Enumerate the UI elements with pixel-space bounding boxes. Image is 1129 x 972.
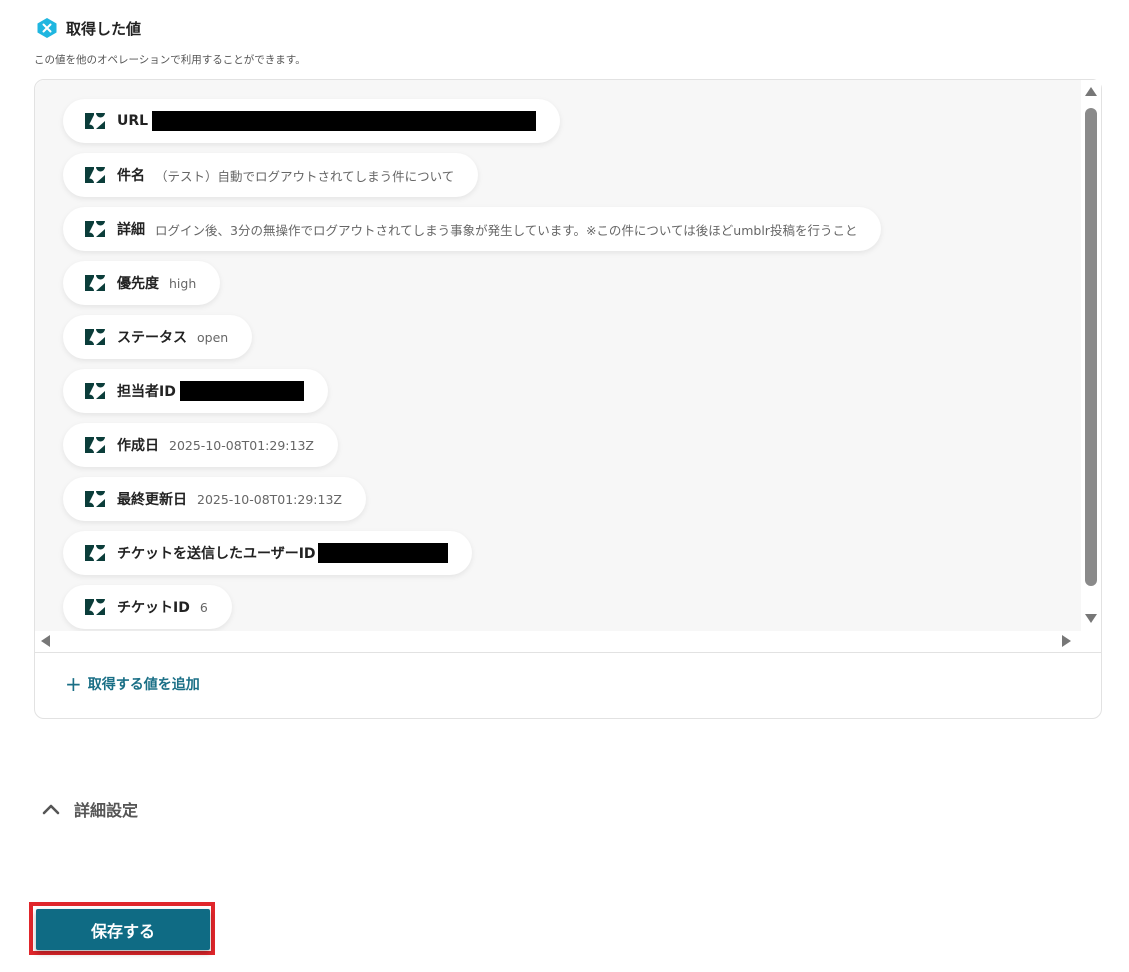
zendesk-icon: [85, 437, 105, 453]
value-text: 2025-10-08T01:29:13Z: [197, 491, 342, 507]
value-chip-updated-at[interactable]: 最終更新日 2025-10-08T01:29:13Z: [63, 477, 366, 521]
redacted-value: [317, 543, 448, 563]
vertical-scrollbar[interactable]: [1081, 80, 1101, 631]
value-text: （テスト）自動でログアウトされてしまう件について: [155, 168, 455, 184]
scroll-up-arrow-icon[interactable]: [1085, 87, 1097, 96]
value-label: ステータス: [117, 330, 187, 346]
value-label: チケットを送信したユーザーID: [117, 546, 316, 562]
vertical-scroll-thumb[interactable]: [1085, 108, 1097, 586]
value-chip-priority[interactable]: 優先度 high: [63, 261, 221, 305]
value-label: 最終更新日: [117, 492, 187, 508]
zendesk-icon: [85, 329, 105, 345]
section-title: 取得した値: [66, 19, 142, 38]
value-chip-ticket-id[interactable]: チケットID 6: [63, 585, 232, 629]
plus-icon: +: [65, 672, 82, 696]
divider: [35, 652, 1101, 653]
value-text: 6: [199, 599, 208, 615]
value-text: 2025-10-08T01:29:13Z: [169, 437, 314, 453]
value-text: high: [169, 275, 197, 291]
scroll-left-arrow-icon[interactable]: [41, 635, 50, 647]
value-label: URL: [117, 113, 149, 129]
value-chip-assignee-id[interactable]: 担当者ID: [63, 369, 328, 413]
zendesk-icon: [85, 275, 105, 291]
value-chip-created-at[interactable]: 作成日 2025-10-08T01:29:13Z: [63, 423, 338, 467]
zendesk-icon: [85, 383, 105, 399]
value-chip-url[interactable]: URL: [63, 99, 561, 143]
value-chip-requester-id[interactable]: チケットを送信したユーザーID: [63, 531, 472, 575]
value-label: 件名: [117, 168, 145, 184]
advanced-settings-label: 詳細設定: [74, 801, 139, 820]
section-subtitle: この値を他のオペレーションで利用することができます。: [34, 54, 306, 66]
redacted-value: [179, 381, 304, 401]
value-chip-subject[interactable]: 件名 （テスト）自動でログアウトされてしまう件について: [63, 153, 479, 197]
value-label: チケットID: [117, 600, 190, 616]
value-text: open: [197, 329, 229, 345]
values-list: URL 件名 （テスト）自動でログアウトされてしまう件について 詳細 ログイン後…: [35, 80, 1081, 631]
value-label: 作成日: [117, 438, 159, 454]
save-button[interactable]: 保存する: [36, 909, 210, 950]
zendesk-icon: [85, 221, 105, 237]
scroll-right-arrow-icon[interactable]: [1062, 635, 1071, 647]
redacted-value: [152, 111, 537, 131]
advanced-settings-toggle[interactable]: 詳細設定: [42, 797, 138, 821]
horizontal-scrollbar[interactable]: [35, 631, 1081, 651]
zendesk-icon: [85, 491, 105, 507]
value-chip-status[interactable]: ステータス open: [63, 315, 253, 359]
zendesk-icon: [85, 545, 105, 561]
add-value-label: 取得する値を追加: [87, 677, 200, 693]
section-header: 取得した値: [36, 17, 141, 39]
value-text: ログイン後、3分の無操作でログアウトされてしまう事象が発生しています。※この件に…: [155, 222, 858, 238]
zendesk-icon: [85, 113, 105, 129]
add-value-button[interactable]: + 取得する値を追加: [65, 674, 200, 694]
x-badge-icon: [37, 18, 57, 38]
value-label: 担当者ID: [117, 384, 176, 400]
zendesk-icon: [85, 599, 105, 615]
values-panel: URL 件名 （テスト）自動でログアウトされてしまう件について 詳細 ログイン後…: [34, 79, 1102, 719]
zendesk-icon: [85, 167, 105, 183]
value-chip-description[interactable]: 詳細 ログイン後、3分の無操作でログアウトされてしまう事象が発生しています。※こ…: [63, 207, 882, 251]
value-label: 詳細: [117, 222, 145, 238]
chevron-up-icon: [42, 804, 60, 815]
scroll-down-arrow-icon[interactable]: [1085, 614, 1097, 623]
value-label: 優先度: [117, 276, 159, 292]
